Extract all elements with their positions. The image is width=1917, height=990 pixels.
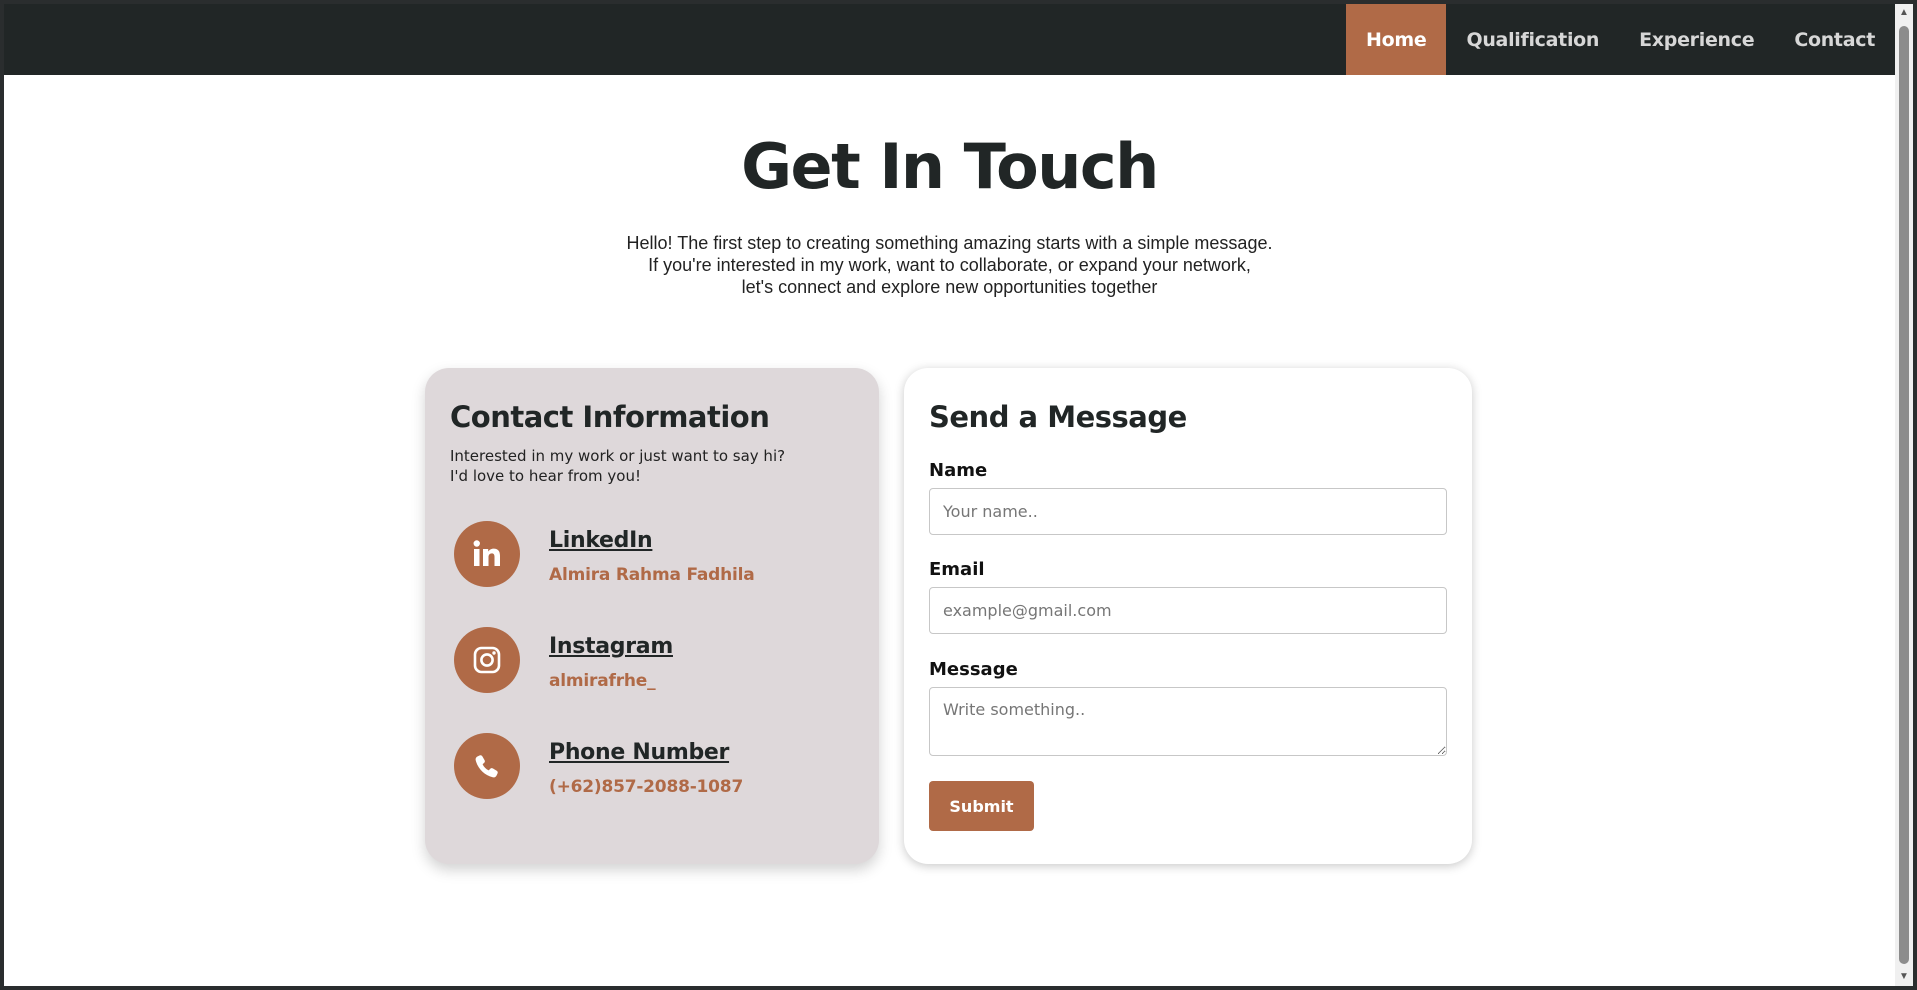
email-label: Email xyxy=(929,559,985,580)
nav-experience[interactable]: Experience xyxy=(1619,4,1774,75)
linkedin-contact: LinkedIn Almira Rahma Fadhila xyxy=(454,521,854,587)
instagram-contact: Instagram almirafrhe_ xyxy=(454,627,854,693)
linkedin-link[interactable]: LinkedIn xyxy=(549,528,653,553)
instagram-value: almirafrhe_ xyxy=(549,671,656,691)
contact-information-description: Interested in my work or just want to sa… xyxy=(450,446,785,486)
instagram-icon[interactable] xyxy=(454,627,520,693)
message-label: Message xyxy=(929,659,1018,680)
browser-viewport: Home Qualification Experience Contact Ge… xyxy=(4,4,1895,986)
description-line: Interested in my work or just want to sa… xyxy=(450,447,786,465)
send-message-title: Send a Message xyxy=(929,400,1187,434)
linkedin-icon[interactable] xyxy=(454,521,520,587)
name-label: Name xyxy=(929,460,988,481)
contact-information-title: Contact Information xyxy=(450,400,770,434)
intro-line: let's connect and explore new opportunit… xyxy=(741,277,1158,297)
submit-button[interactable]: Submit xyxy=(929,781,1034,831)
page-title: Get In Touch xyxy=(741,130,1159,203)
phone-link[interactable]: Phone Number xyxy=(549,740,729,765)
send-message-card: Send a Message Name Email Message Submit xyxy=(904,368,1472,864)
vertical-scrollbar[interactable]: ▲ ▼ xyxy=(1895,4,1913,986)
nav-contact[interactable]: Contact xyxy=(1774,4,1895,75)
scrollbar-thumb[interactable] xyxy=(1899,26,1909,964)
message-textarea[interactable] xyxy=(929,687,1447,756)
email-input[interactable] xyxy=(929,587,1447,634)
phone-icon[interactable] xyxy=(454,733,520,799)
intro-text: Hello! The first step to creating someth… xyxy=(4,232,1895,298)
nav-home[interactable]: Home xyxy=(1346,4,1447,75)
linkedin-value: Almira Rahma Fadhila xyxy=(549,565,755,585)
instagram-link[interactable]: Instagram xyxy=(549,634,673,659)
intro-line: Hello! The first step to creating someth… xyxy=(626,233,1273,253)
phone-value: (+62)857-2088-1087 xyxy=(549,777,744,797)
top-navbar: Home Qualification Experience Contact xyxy=(4,4,1895,75)
contact-information-card: Contact Information Interested in my wor… xyxy=(425,368,879,864)
intro-line: If you're interested in my work, want to… xyxy=(648,255,1251,275)
phone-contact: Phone Number (+62)857-2088-1087 xyxy=(454,733,854,799)
description-line: I'd love to hear from you! xyxy=(450,467,641,485)
nav-qualification[interactable]: Qualification xyxy=(1446,4,1619,75)
name-input[interactable] xyxy=(929,488,1447,535)
scroll-down-arrow-icon[interactable]: ▼ xyxy=(1895,968,1913,986)
scroll-up-arrow-icon[interactable]: ▲ xyxy=(1895,4,1913,22)
